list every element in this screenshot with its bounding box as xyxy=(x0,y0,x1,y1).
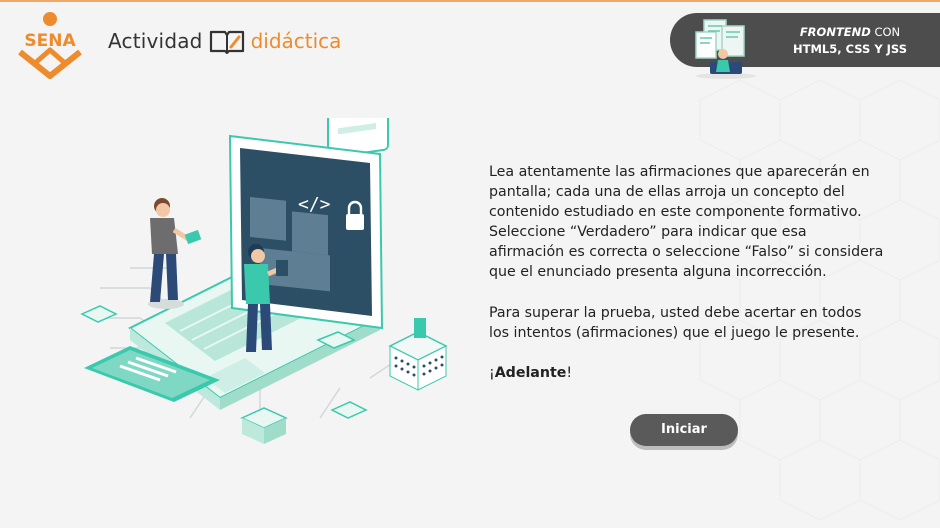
svg-text:</>: </> xyxy=(298,194,331,215)
exclaim-close: ! xyxy=(566,364,573,381)
laptop-illustration-icon: </> xyxy=(80,118,448,444)
course-con: CON xyxy=(870,25,901,39)
didactica-word: didáctica xyxy=(250,29,342,53)
course-line1: FRONTEND CON xyxy=(770,24,930,41)
activity-word: Actividad xyxy=(108,29,203,53)
sena-logo-icon: SENA xyxy=(18,12,82,79)
instructions-paragraph-1: Lea atentamente las afirmaciones que apa… xyxy=(489,164,884,281)
activity-title: Actividad didáctica xyxy=(108,28,341,54)
course-line2: HTML5, CSS Y JSS xyxy=(793,42,907,56)
instructions-text: Lea atentamente las afirmaciones que apa… xyxy=(489,162,884,403)
course-frontend: FRONTEND xyxy=(799,25,871,39)
instructions-exclaim: ¡Adelante! xyxy=(489,363,884,383)
top-accent-line xyxy=(0,0,940,2)
course-illustration-icon xyxy=(695,19,756,79)
start-button[interactable]: Iniciar xyxy=(630,414,738,446)
exclaim-word: Adelante xyxy=(494,364,567,381)
book-icon xyxy=(209,30,244,54)
course-title: FRONTEND CON HTML5, CSS Y JSS xyxy=(770,24,930,58)
instructions-paragraph-2: Para superar la prueba, usted debe acert… xyxy=(489,304,862,341)
